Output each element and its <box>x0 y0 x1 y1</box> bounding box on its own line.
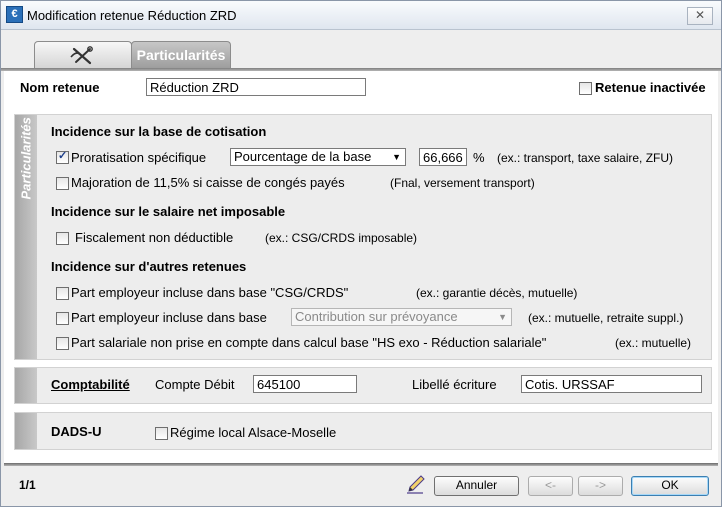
chevron-down-icon: ▼ <box>498 312 507 322</box>
nom-retenue-label: Nom retenue <box>20 80 100 95</box>
dads-group: DADS-U Régime local Alsace-Moselle <box>14 412 712 450</box>
comptabilite-group: Comptabilité Compte Débit 645100 Libellé… <box>14 367 712 404</box>
footer-divider <box>4 463 718 466</box>
part-employeur-select[interactable]: Contribution sur prévoyance ▼ <box>291 308 512 326</box>
annuler-button[interactable]: Annuler <box>434 476 519 496</box>
window-title: Modification retenue Réduction ZRD <box>27 8 237 23</box>
chevron-down-icon: ▼ <box>392 152 401 162</box>
net-heading: Incidence sur le salaire net imposable <box>51 204 286 219</box>
comptabilite-link[interactable]: Comptabilité <box>51 377 130 392</box>
majoration-checkbox[interactable] <box>56 177 69 190</box>
dads-label: DADS-U <box>51 424 102 439</box>
libelle-ecriture-label: Libellé écriture <box>412 377 497 392</box>
part-employeur-hint: (ex.: mutuelle, retraite suppl.) <box>528 311 684 325</box>
ok-button[interactable]: OK <box>631 476 709 496</box>
proratisation-hint: (ex.: transport, taxe salaire, ZFU) <box>497 151 674 165</box>
base-heading: Incidence sur la base de cotisation <box>51 124 267 139</box>
tab-particularites[interactable]: Particularités <box>131 41 231 69</box>
app-icon: € <box>6 6 23 23</box>
pencil-icon[interactable] <box>406 474 426 494</box>
proratisation-select-value: Pourcentage de la base <box>234 149 372 164</box>
part-employeur-checkbox[interactable] <box>56 312 69 325</box>
part-employeur-select-value: Contribution sur prévoyance <box>295 309 458 324</box>
csg-crds-hint: (ex.: garantie décès, mutuelle) <box>416 286 578 300</box>
part-employeur-label: Part employeur incluse dans base <box>71 310 267 325</box>
page-indicator: 1/1 <box>19 478 36 492</box>
part-salariale-hint: (ex.: mutuelle) <box>615 336 692 350</box>
dads-side-band <box>15 413 37 449</box>
tab-general[interactable] <box>34 41 132 69</box>
compte-debit-input[interactable]: 645100 <box>253 375 357 393</box>
part-salariale-checkbox[interactable] <box>56 337 69 350</box>
libelle-ecriture-input[interactable]: Cotis. URSSAF <box>521 375 702 393</box>
tools-icon <box>70 46 93 65</box>
content-panel: Nom retenue Réduction ZRD Retenue inacti… <box>4 71 718 463</box>
comptabilite-side-band <box>15 368 37 403</box>
autres-heading: Incidence sur d'autres retenues <box>51 259 247 274</box>
csg-crds-checkbox[interactable] <box>56 287 69 300</box>
fiscal-hint: (ex.: CSG/CRDS imposable) <box>265 231 418 245</box>
retenue-inactivee-label: Retenue inactivée <box>595 80 706 95</box>
particularites-group: Particularités Incidence sur la base de … <box>14 114 712 360</box>
proratisation-value-input[interactable]: 66,666 <box>419 148 467 166</box>
particularites-side-band: Particularités <box>15 115 37 359</box>
percent-symbol: % <box>473 150 485 165</box>
retenue-inactivee-checkbox[interactable] <box>579 82 592 95</box>
fiscal-label: Fiscalement non déductible <box>75 230 234 245</box>
regime-local-checkbox[interactable] <box>155 427 168 440</box>
particularites-side-label: Particularités <box>18 117 34 200</box>
proratisation-checkbox[interactable] <box>56 149 69 164</box>
csg-crds-label: Part employeur incluse dans base "CSG/CR… <box>71 285 349 300</box>
majoration-label: Majoration de 11,5% si caisse de congés … <box>71 175 345 190</box>
majoration-hint: (Fnal, versement transport) <box>390 176 535 190</box>
fiscal-checkbox[interactable] <box>56 232 69 245</box>
next-button[interactable]: -> <box>578 476 623 496</box>
title-bar: € Modification retenue Réduction ZRD ✕ <box>1 1 721 30</box>
proratisation-label: Proratisation spécifique <box>71 150 207 165</box>
close-button[interactable]: ✕ <box>687 7 713 25</box>
nom-retenue-input[interactable]: Réduction ZRD <box>146 78 366 96</box>
regime-local-label: Régime local Alsace-Moselle <box>170 425 337 440</box>
compte-debit-label: Compte Débit <box>155 377 235 392</box>
proratisation-select[interactable]: Pourcentage de la base ▼ <box>230 148 406 166</box>
part-salariale-label: Part salariale non prise en compte dans … <box>71 335 547 350</box>
dialog-window: € Modification retenue Réduction ZRD ✕ P… <box>0 0 722 507</box>
previous-button[interactable]: <- <box>528 476 573 496</box>
